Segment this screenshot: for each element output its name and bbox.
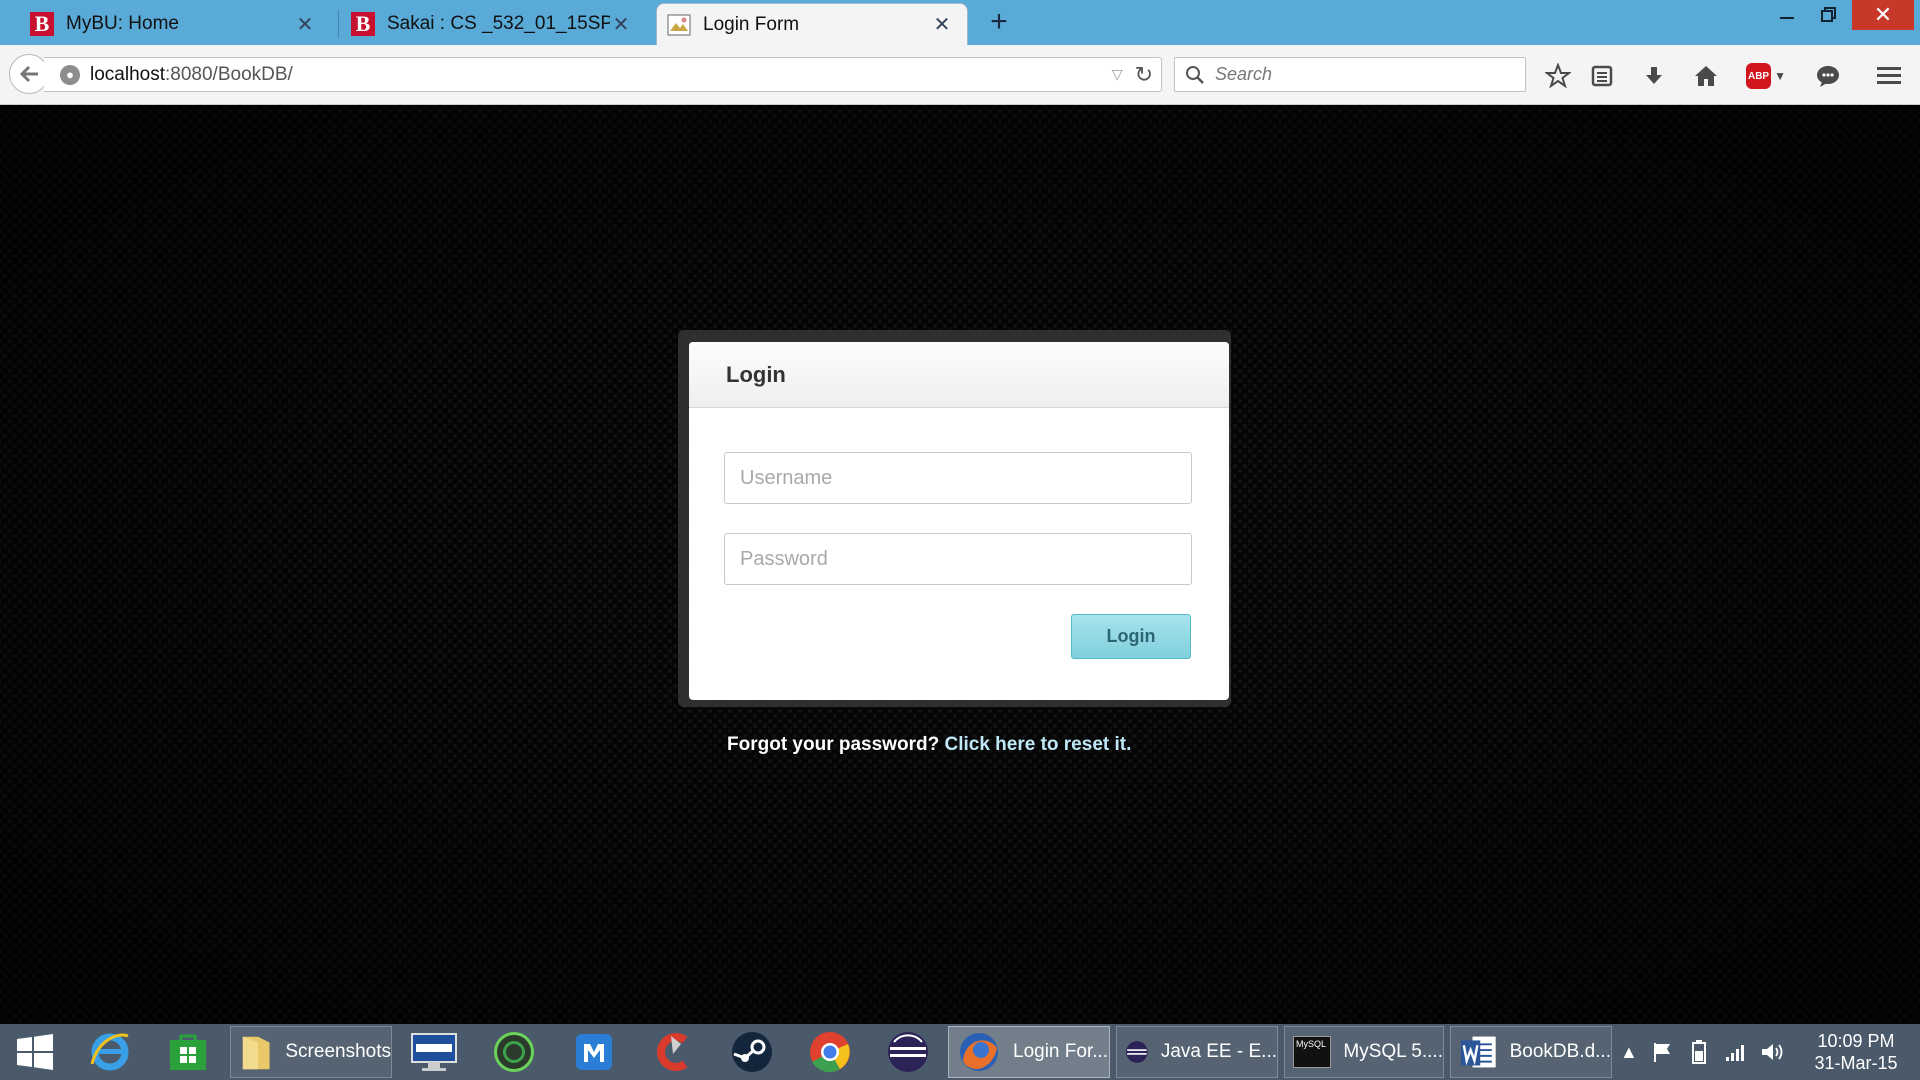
show-hidden-icons-button[interactable]: ▲ [1620, 1024, 1638, 1080]
page-background: Login Login Forgot your password? Click … [0, 106, 1920, 1024]
tab-sakai[interactable]: B Sakai : CS _532_01_15SP - ... ✕ [346, 3, 646, 45]
forgot-password-label: Forgot your password? [727, 734, 940, 755]
taskbar-item-label: Screenshots [285, 1041, 391, 1062]
battery-icon[interactable] [1688, 1024, 1710, 1080]
start-button[interactable] [10, 1026, 60, 1078]
close-icon: ✕ [1873, 2, 1893, 27]
close-window-button[interactable]: ✕ [1852, 0, 1914, 30]
taskbar-item-label: MySQL 5.... [1343, 1041, 1443, 1062]
steam-icon [732, 1032, 772, 1072]
store-button[interactable] [160, 1026, 216, 1078]
lenovo-monitor-icon [411, 1033, 457, 1071]
internet-explorer-icon [90, 1033, 129, 1071]
back-arrow-icon [19, 65, 38, 83]
eclipse-icon [888, 1032, 928, 1072]
taskbar-item-mysql[interactable]: MySQL MySQL 5.... [1284, 1026, 1444, 1078]
system-clock[interactable]: 10:09 PM 31-Mar-15 [1806, 1030, 1906, 1074]
password-input[interactable] [724, 533, 1192, 585]
adblock-plus-icon[interactable]: ABP ▼ [1746, 61, 1786, 91]
taskbar-item-label: Login For... [1013, 1041, 1109, 1062]
maxthon-button[interactable] [566, 1026, 622, 1078]
mysql-icon: MySQL [1293, 1036, 1332, 1068]
minimize-button[interactable] [1764, 0, 1810, 30]
firefox-icon [960, 1033, 998, 1071]
abp-dropdown-icon: ▼ [1774, 69, 1786, 83]
taskbar-item-firefox[interactable]: Login For... [948, 1026, 1110, 1078]
chat-icon[interactable] [1813, 61, 1843, 91]
windows-taskbar: Screenshots Login For... Java EE - E... … [0, 1024, 1920, 1080]
forgot-password-text: Forgot your password? Click here to rese… [727, 734, 1131, 756]
folder-icon [242, 1036, 270, 1070]
tab-divider [338, 10, 339, 38]
site-info-icon[interactable]: ● [60, 64, 80, 85]
clock-time: 10:09 PM [1817, 1031, 1895, 1051]
taskbar-item-screenshots[interactable]: Screenshots [230, 1026, 392, 1078]
history-dropdown-icon[interactable]: ▽ [1112, 66, 1123, 83]
tab-mybu-home[interactable]: B MyBU: Home ✕ [0, 3, 330, 45]
camera-app-button[interactable] [486, 1026, 542, 1078]
taskbar-item-eclipse[interactable]: Java EE - E... [1116, 1026, 1278, 1078]
steam-button[interactable] [724, 1026, 780, 1078]
login-panel-header: Login [689, 342, 1229, 408]
ccleaner-button[interactable] [645, 1026, 701, 1078]
taskbar-item-word[interactable]: BookDB.d... [1450, 1026, 1612, 1078]
search-input[interactable] [1215, 64, 1515, 85]
maxthon-icon [576, 1034, 612, 1070]
tab-login-form[interactable]: Login Form ✕ [656, 3, 968, 45]
close-tab-icon[interactable]: ✕ [294, 12, 316, 37]
internet-explorer-button[interactable] [82, 1026, 138, 1078]
bu-favicon-icon: B [351, 12, 375, 36]
hamburger-menu-icon[interactable] [1874, 61, 1904, 91]
windows-store-icon [170, 1034, 206, 1070]
url-path: :8080/BookDB/ [165, 63, 293, 85]
url-host: localhost [90, 63, 165, 85]
tab-label: Sakai : CS _532_01_15SP - ... [387, 13, 610, 34]
back-button[interactable] [9, 54, 49, 94]
taskbar-item-label: BookDB.d... [1509, 1041, 1611, 1062]
chrome-button[interactable] [802, 1026, 858, 1078]
minimize-icon [1780, 17, 1794, 19]
login-button[interactable]: Login [1071, 614, 1191, 659]
username-input[interactable] [724, 452, 1192, 504]
chrome-icon [810, 1032, 850, 1073]
search-bar[interactable] [1174, 57, 1526, 92]
tab-label: MyBU: Home [66, 13, 179, 34]
windows-logo-icon [17, 1034, 53, 1070]
bookmarks-menu-icon[interactable] [1587, 61, 1617, 91]
page-favicon-icon [667, 13, 691, 37]
volume-icon[interactable] [1760, 1024, 1786, 1080]
navigation-toolbar: ● localhost:8080/BookDB/ ▽ ↻ ABP▼ [0, 45, 1920, 105]
ccleaner-icon [657, 1033, 688, 1071]
tab-strip: B MyBU: Home ✕ B Sakai : CS _532_01_15SP… [0, 0, 1920, 45]
chevron-up-icon: ▲ [1620, 1041, 1638, 1062]
eclipse-button[interactable] [880, 1026, 936, 1078]
bookmark-star-icon[interactable] [1543, 61, 1573, 91]
camera-ring-icon [494, 1032, 534, 1072]
clock-date: 31-Mar-15 [1814, 1053, 1898, 1073]
restore-button[interactable] [1806, 0, 1852, 30]
login-panel: Login Login [689, 342, 1229, 700]
eclipse-icon [1126, 1041, 1148, 1063]
search-icon [1186, 65, 1204, 84]
new-tab-button[interactable]: + [984, 7, 1014, 37]
downloads-icon[interactable] [1639, 61, 1669, 91]
tab-label: Login Form [703, 13, 800, 35]
reload-icon[interactable]: ↻ [1135, 62, 1153, 88]
bu-favicon-icon: B [30, 12, 54, 36]
home-icon[interactable] [1691, 61, 1721, 91]
restore-icon [1821, 7, 1836, 22]
action-center-flag-icon[interactable] [1652, 1024, 1674, 1080]
network-signal-icon[interactable] [1724, 1024, 1748, 1080]
login-title: Login [726, 361, 786, 387]
close-tab-icon[interactable]: ✕ [931, 12, 953, 37]
lenovo-button[interactable] [406, 1026, 462, 1078]
taskbar-item-label: Java EE - E... [1160, 1041, 1277, 1062]
abp-badge: ABP [1746, 63, 1772, 89]
word-icon [1460, 1036, 1496, 1068]
close-tab-icon[interactable]: ✕ [610, 12, 632, 37]
reset-password-link[interactable]: Click here to reset it. [944, 734, 1131, 755]
url-text[interactable]: localhost:8080/BookDB/ [90, 64, 1112, 86]
url-bar[interactable]: ● localhost:8080/BookDB/ ▽ ↻ [44, 57, 1162, 92]
